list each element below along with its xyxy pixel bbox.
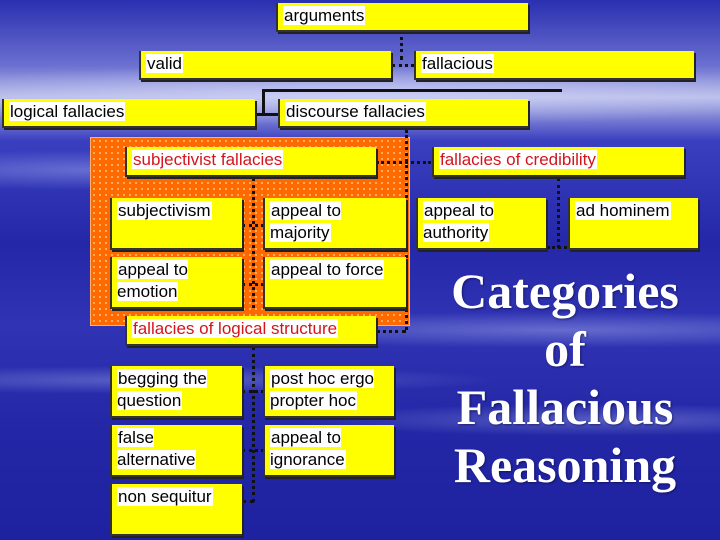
- title-line: Categories: [451, 263, 679, 319]
- node-non-sequitur: non sequitur: [110, 484, 242, 536]
- node-appeal-to-emotion: appeal to emotion: [110, 257, 242, 309]
- connector: [242, 224, 264, 227]
- title-line: Fallacious: [456, 379, 674, 435]
- connector: [252, 178, 255, 308]
- node-label: false alternative: [117, 428, 197, 469]
- node-label: fallacies of credibility: [439, 150, 597, 169]
- node-label: subjectivist fallacies: [132, 150, 284, 169]
- node-label: valid: [146, 54, 183, 73]
- node-label: begging the question: [117, 369, 207, 410]
- connector: [262, 89, 265, 115]
- connector: [255, 113, 280, 116]
- node-fallacies-of-credibility: fallacies of credibility: [432, 147, 684, 177]
- node-appeal-to-ignorance: appeal to ignorance: [263, 425, 394, 477]
- connector: [376, 161, 431, 164]
- node-label: arguments: [283, 6, 366, 25]
- node-appeal-to-force: appeal to force: [263, 257, 406, 309]
- node-begging-the-question: begging the question: [110, 366, 242, 418]
- node-valid: valid: [139, 51, 391, 80]
- node-subjectivist-fallacies: subjectivist fallacies: [125, 147, 376, 177]
- node-fallacious: fallacious: [414, 51, 694, 80]
- title-line: of: [544, 321, 586, 377]
- connector: [392, 64, 414, 67]
- connector: [547, 246, 567, 249]
- node-appeal-to-authority: appeal to authority: [416, 198, 546, 250]
- node-post-hoc: post hoc ergo propter hoc: [263, 366, 394, 418]
- node-label: appeal to ignorance: [270, 428, 346, 469]
- node-logical-fallacies: logical fallacies: [2, 99, 255, 128]
- connector: [242, 283, 264, 286]
- node-label: discourse fallacies: [285, 102, 426, 121]
- connector: [262, 89, 562, 92]
- node-subjectivism: subjectivism: [110, 198, 242, 250]
- node-label: appeal to emotion: [117, 260, 188, 301]
- connector: [242, 500, 254, 503]
- node-label: post hoc ergo propter hoc: [270, 369, 375, 410]
- connector: [242, 390, 264, 393]
- node-label: appeal to force: [270, 260, 385, 279]
- slide-title: Categories of Fallacious Reasoning: [420, 262, 710, 494]
- title-line: Reasoning: [453, 437, 677, 493]
- node-label: ad hominem: [575, 201, 671, 220]
- connector: [242, 449, 264, 452]
- node-discourse-fallacies: discourse fallacies: [278, 99, 528, 128]
- connector: [557, 178, 560, 248]
- node-ad-hominem: ad hominem: [568, 198, 698, 250]
- node-label: logical fallacies: [9, 102, 126, 121]
- connector: [376, 330, 406, 333]
- connector: [252, 347, 255, 502]
- node-label: fallacious: [421, 54, 494, 73]
- node-label: appeal to authority: [423, 201, 494, 242]
- node-label: appeal to majority: [270, 201, 341, 242]
- node-appeal-to-majority: appeal to majority: [263, 198, 406, 250]
- node-label: non sequitur: [117, 487, 213, 506]
- node-arguments: arguments: [276, 3, 528, 32]
- node-false-alternative: false alternative: [110, 425, 242, 477]
- node-fallacies-of-logical-structure: fallacies of logical structure: [125, 316, 376, 346]
- node-label: subjectivism: [117, 201, 212, 220]
- node-label: fallacies of logical structure: [132, 319, 339, 338]
- connector: [400, 30, 403, 60]
